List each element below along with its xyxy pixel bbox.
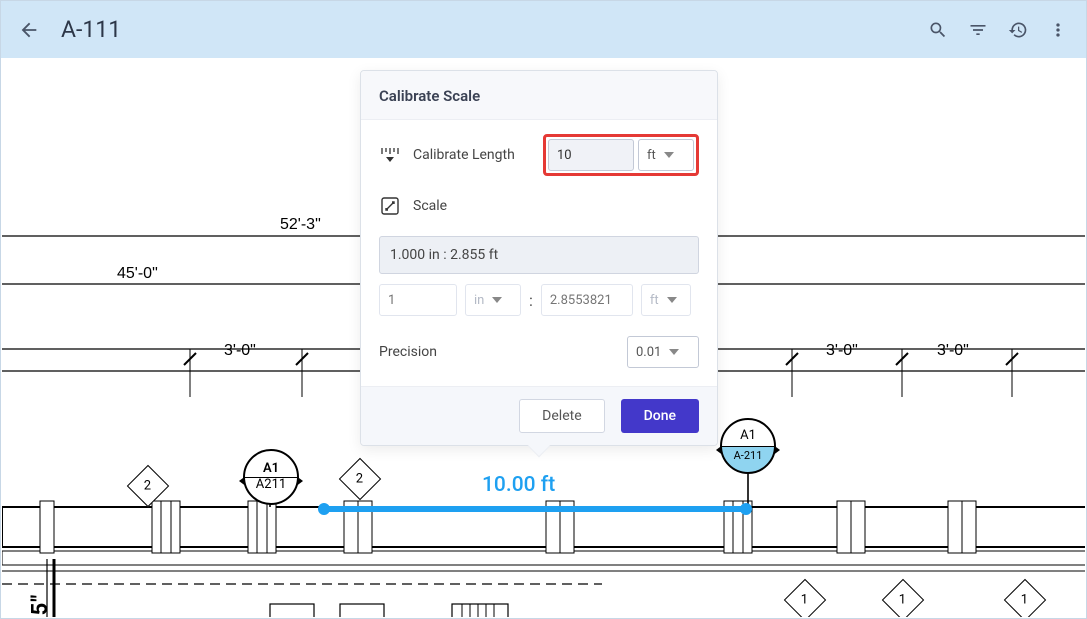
delete-button[interactable]: Delete	[519, 399, 604, 433]
panel-title: Calibrate Scale	[361, 71, 717, 120]
section-callout: A1A211	[241, 449, 301, 509]
done-button[interactable]: Done	[621, 399, 699, 433]
calibrate-scale-panel: Calibrate Scale Calibrate Length ft	[360, 70, 718, 446]
ruler-handle-right[interactable]	[740, 503, 752, 515]
ruler-handle-left[interactable]	[318, 503, 330, 515]
calibrate-unit-select[interactable]: ft	[638, 139, 694, 171]
calibrate-input-highlight: ft	[543, 134, 699, 176]
scale-left-unit-select: in	[465, 284, 521, 316]
scale-right-value-input	[541, 284, 633, 316]
scale-left-value-input	[379, 284, 457, 316]
scale-icon	[379, 195, 401, 217]
svg-text:52'-3": 52'-3"	[280, 216, 321, 233]
scale-readout: 1.000 in : 2.855 ft	[379, 236, 699, 274]
svg-text:45'-0": 45'-0"	[117, 265, 158, 282]
page-title: A-111	[61, 16, 121, 43]
history-icon[interactable]	[998, 10, 1038, 50]
svg-text:3'-0": 3'-0"	[224, 342, 256, 359]
side-dimension-label: -5"	[28, 594, 53, 617]
back-button[interactable]	[9, 10, 49, 50]
calibrate-length-input[interactable]	[548, 139, 634, 171]
filter-icon[interactable]	[958, 10, 998, 50]
header-bar: A-111	[1, 1, 1086, 58]
svg-text:3'-0": 3'-0"	[937, 342, 969, 359]
calibrate-icon	[379, 144, 401, 166]
section-callout-active: A1A-211	[718, 418, 778, 478]
scale-right-unit-select: ft	[641, 284, 691, 316]
calibrate-length-label: Calibrate Length	[413, 147, 543, 163]
ruler-measurement-label: 10.00 ft	[482, 473, 555, 497]
svg-text:3'-0": 3'-0"	[826, 342, 858, 359]
search-icon[interactable]	[918, 10, 958, 50]
precision-label: Precision	[379, 344, 627, 360]
calibration-ruler[interactable]	[318, 503, 752, 515]
precision-select[interactable]: 0.01	[627, 336, 699, 368]
more-icon[interactable]	[1038, 10, 1078, 50]
scale-label: Scale	[413, 198, 699, 214]
